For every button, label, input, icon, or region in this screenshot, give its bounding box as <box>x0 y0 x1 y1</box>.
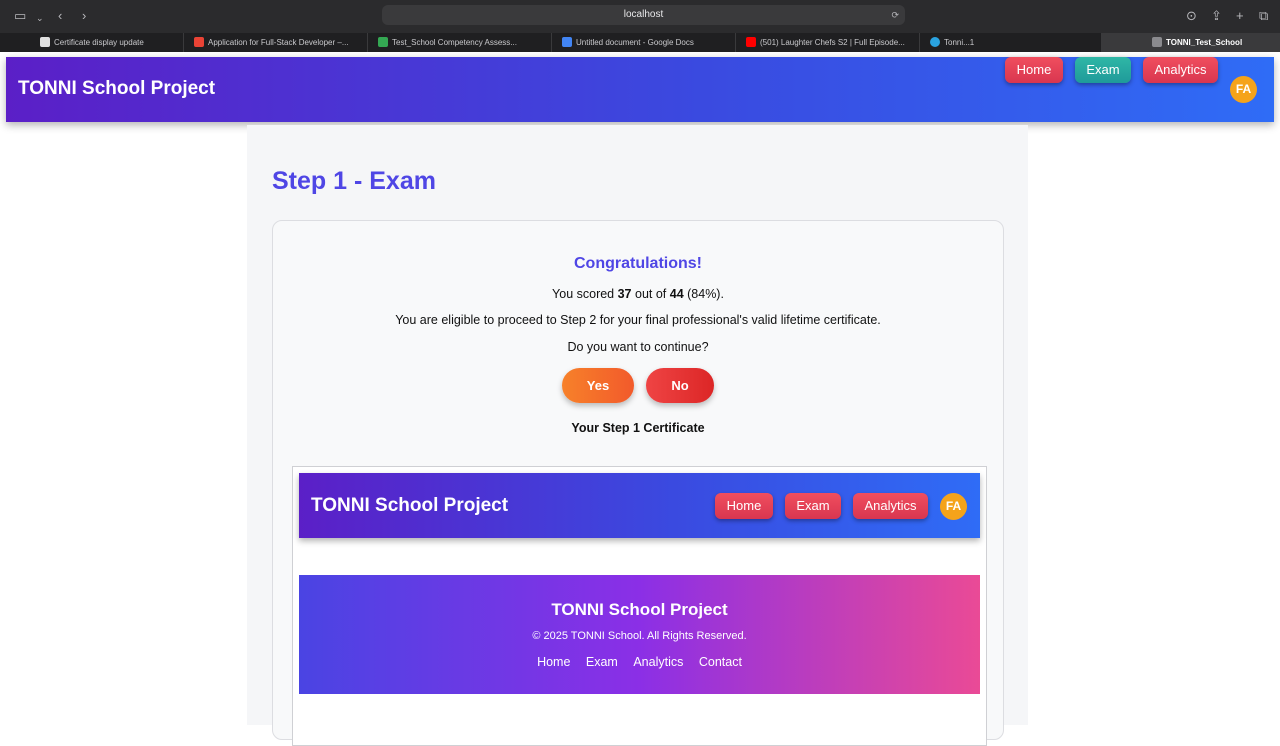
avatar[interactable]: FA <box>1230 76 1257 103</box>
page: TONNI School Project Home Exam Analytics… <box>0 52 1280 746</box>
tab-youtube[interactable]: (501) Laughter Chefs S2 | Full Episode..… <box>736 33 920 52</box>
score-value: 37 <box>617 287 632 301</box>
congrats-heading: Congratulations! <box>574 255 702 272</box>
continue-question: Do you want to continue? <box>567 340 709 354</box>
certificate-analytics-button[interactable]: Analytics <box>853 493 928 519</box>
tab-favicon-icon <box>1152 37 1162 47</box>
tab-telegram[interactable]: Tonni...1 <box>920 33 1102 52</box>
tab-label: Tonni...1 <box>944 38 975 47</box>
score-suffix: (84%). <box>683 287 724 301</box>
navbar: TONNI School Project Home Exam Analytics… <box>6 57 1274 122</box>
footer-links: Home Exam Analytics Contact <box>299 655 980 669</box>
youtube-icon <box>746 37 756 47</box>
nav-analytics-button[interactable]: Analytics <box>1143 57 1218 83</box>
yes-button[interactable]: Yes <box>562 368 634 403</box>
footer-link-analytics[interactable]: Analytics <box>633 655 683 669</box>
footer-link-exam[interactable]: Exam <box>586 655 618 669</box>
score-prefix: You scored <box>552 287 618 301</box>
footer-copyright: © 2025 TONNI School. All Rights Reserved… <box>532 630 747 642</box>
download-icon[interactable]: ⊙ <box>1186 8 1197 24</box>
tab-certificate[interactable]: Certificate display update <box>30 33 184 52</box>
address-bar[interactable]: localhost ⟳ <box>382 5 905 25</box>
result-card: Congratulations! You scored 37 out of 44… <box>272 220 1004 746</box>
tab-label: Untitled document - Google Docs <box>576 38 694 47</box>
tab-label: (501) Laughter Chefs S2 | Full Episode..… <box>760 38 905 47</box>
new-tab-icon[interactable]: + <box>1236 8 1244 24</box>
tab-tonni-test-school[interactable]: TONNI_Test_School <box>1102 33 1280 52</box>
no-button[interactable]: No <box>646 368 714 403</box>
nav-exam-button[interactable]: Exam <box>1075 57 1131 83</box>
certificate-home-button[interactable]: Home <box>715 493 773 519</box>
eligibility-text: You are eligible to proceed to Step 2 fo… <box>395 313 881 327</box>
chevron-down-icon[interactable]: ⌄ <box>36 10 44 26</box>
sidebar-icon[interactable]: ▭ <box>14 8 26 24</box>
tab-google-docs[interactable]: Untitled document - Google Docs <box>552 33 736 52</box>
certificate-preview: TONNI School Project Home Exam Analytics… <box>292 466 987 746</box>
docs-icon <box>562 37 572 47</box>
back-icon[interactable]: ‹ <box>58 8 62 24</box>
address-text: localhost <box>623 9 664 20</box>
footer-link-contact[interactable]: Contact <box>699 655 742 669</box>
reload-icon[interactable]: ⟳ <box>891 5 899 25</box>
google-icon <box>378 37 388 47</box>
brand-title[interactable]: TONNI School Project <box>18 78 215 100</box>
tab-label: TONNI_Test_School <box>1166 38 1243 47</box>
score-total: 44 <box>669 287 684 301</box>
share-icon[interactable]: ⇪ <box>1211 8 1222 24</box>
forward-icon[interactable]: › <box>82 8 86 24</box>
tab-label: Test_School Competency Assess... <box>392 38 517 47</box>
tab-test-school[interactable]: Test_School Competency Assess... <box>368 33 552 52</box>
certificate-exam-button[interactable]: Exam <box>785 493 841 519</box>
telegram-icon <box>930 37 940 47</box>
tab-label: Application for Full-Stack Developer –..… <box>208 38 349 47</box>
tab-favicon-icon <box>40 37 50 47</box>
certificate-label: Your Step 1 Certificate <box>571 421 705 435</box>
nav-home-button[interactable]: Home <box>1005 57 1063 83</box>
page-title: Step 1 - Exam <box>272 167 436 195</box>
tab-gmail[interactable]: Application for Full-Stack Developer –..… <box>184 33 368 52</box>
certificate-navbar: TONNI School Project Home Exam Analytics… <box>299 473 980 538</box>
main-content: Step 1 - Exam Congratulations! You score… <box>247 125 1028 746</box>
footer-title: TONNI School Project <box>551 600 728 619</box>
score-mid: out of <box>631 287 670 301</box>
score-text: You scored 37 out of 44 (84%). <box>273 287 1003 301</box>
browser-toolbar: ▭ ⌄ ‹ › localhost ⟳ ⊙ ⇪ + ⧉ <box>0 0 1280 33</box>
tab-label: Certificate display update <box>54 38 144 47</box>
footer-link-home[interactable]: Home <box>537 655 570 669</box>
certificate-avatar[interactable]: FA <box>940 493 967 520</box>
tab-bar: Certificate display update Application f… <box>0 33 1280 52</box>
tab-overview-icon[interactable]: ⧉ <box>1259 8 1268 24</box>
certificate-footer: TONNI School Project © 2025 TONNI School… <box>299 575 980 694</box>
certificate-brand: TONNI School Project <box>311 495 509 516</box>
gmail-icon <box>194 37 204 47</box>
